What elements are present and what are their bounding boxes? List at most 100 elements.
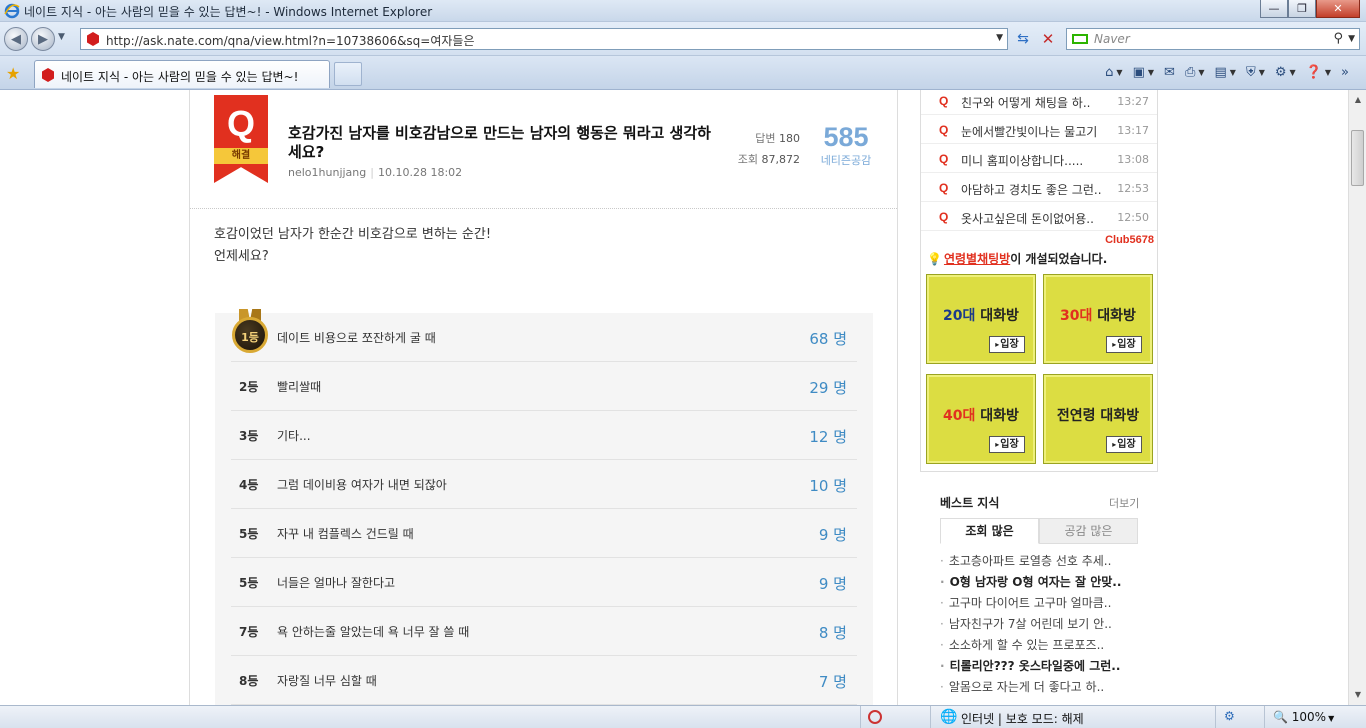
enter-button[interactable]: 입장 <box>989 436 1025 453</box>
room-age: 40대 <box>943 408 976 424</box>
maximize-button[interactable]: ❐ <box>1288 0 1316 18</box>
chat-item-text[interactable]: 미니 홈피이상합니다..... <box>961 152 1101 169</box>
history-dropdown-icon[interactable]: ▼ <box>58 32 65 42</box>
club-logo[interactable]: Club5678 <box>1105 234 1154 246</box>
tools-button[interactable]: ⚙ ▼ <box>1272 62 1299 82</box>
chat-item-text[interactable]: 친구와 어떻게 채팅을 하.. <box>961 94 1101 111</box>
chat-list-item[interactable]: Q 아담하고 경치도 좋은 그런.. 12:53 <box>921 173 1157 202</box>
gear-icon: ⚙ <box>1274 64 1287 80</box>
vertical-scrollbar[interactable]: ▲ ▼ <box>1348 90 1366 705</box>
protected-mode-icon[interactable]: ⚙ <box>1224 709 1235 723</box>
question-meta: nelo1hunjjang | 10.10.28 18:02 <box>288 166 463 179</box>
chat-room-all-ages[interactable]: 전연령 대화방 입장 <box>1043 374 1153 464</box>
close-button[interactable]: ✕ <box>1316 0 1360 18</box>
best-title: 베스트 지식 <box>940 496 1000 510</box>
right-sidebar: Q 친구와 어떻게 채팅을 하.. 13:27 Q 눈에서빨간빛이나는 물고기 … <box>920 90 1158 705</box>
poll-count: 10 명 <box>809 477 847 495</box>
scrollbar-thumb[interactable] <box>1351 130 1364 186</box>
favorites-star-icon[interactable]: ★ <box>6 64 20 83</box>
tab-most-empathy[interactable]: 공감 많은 <box>1039 518 1138 544</box>
list-item[interactable]: 고구마 다이어트 고구마 얼마큼.. <box>940 594 1145 615</box>
feeds-button[interactable]: ▣ ▼ <box>1130 62 1157 82</box>
more-link[interactable]: 더보기 <box>1109 495 1139 511</box>
zoom-level[interactable]: 🔍 100% ▼ <box>1273 710 1334 724</box>
security-zone[interactable]: 인터넷 | 보호 모드: 해제 <box>961 710 1084 727</box>
command-bar: ⌂ ▼ ▣ ▼ ✉ ⎙ ▼ ▤ ▼ ⛨ ▼ ⚙ ▼ ❓ ▼ » <box>1102 62 1352 82</box>
back-button[interactable]: ◀ <box>4 27 28 51</box>
poll-row: 7등 욕 안하는줄 알았는데 욕 너무 잘 쓸 때 8 명 <box>231 607 857 656</box>
notice-link[interactable]: 연령별채팅방 <box>944 252 1010 266</box>
minimize-button[interactable]: — <box>1260 0 1288 18</box>
tab-most-viewed[interactable]: 조회 많은 <box>940 518 1039 544</box>
page-viewport: Q 해결 호감가진 남자를 비호감남으로 만드는 남자의 행동은 뭐라고 생각하… <box>0 90 1348 705</box>
question-stats: 답변 180 조회 87,872 <box>730 128 800 170</box>
poll-rank: 3등 <box>239 429 259 443</box>
home-button[interactable]: ⌂ ▼ <box>1102 62 1125 82</box>
enter-button[interactable]: 입장 <box>1106 336 1142 353</box>
print-button[interactable]: ⎙ ▼ <box>1182 62 1208 82</box>
scroll-down-icon[interactable]: ▼ <box>1350 687 1366 703</box>
room-suffix: 대화방 <box>975 408 1019 424</box>
chat-room-20s[interactable]: 20대 대화방 입장 <box>926 274 1036 364</box>
poll-row: 8등 자랑질 너무 심할 때 7 명 <box>231 656 857 705</box>
list-item[interactable]: 초고층아파트 로열층 선호 추세.. <box>940 552 1145 573</box>
views-count: 87,872 <box>761 153 801 166</box>
mail-icon: ✉ <box>1164 64 1175 80</box>
poll-option: 기타... <box>277 429 311 443</box>
search-input[interactable]: Naver ⚲ ▼ <box>1066 28 1360 50</box>
safety-button[interactable]: ⛨ ▼ <box>1243 62 1268 82</box>
list-item[interactable]: 남자친구가 7살 어린데 보기 안.. <box>940 615 1145 636</box>
forward-button[interactable]: ▶ <box>31 27 55 51</box>
question-author[interactable]: nelo1hunjjang <box>288 166 366 179</box>
address-url[interactable]: http://ask.nate.com/qna/view.html?n=1073… <box>106 32 475 49</box>
scroll-up-icon[interactable]: ▲ <box>1350 92 1366 108</box>
chat-list-item[interactable]: Q 친구와 어떻게 채팅을 하.. 13:27 <box>921 90 1157 115</box>
mail-button[interactable]: ✉ <box>1161 62 1178 82</box>
empathy-counter[interactable]: 585 네티즌공감 <box>816 122 876 168</box>
enter-button[interactable]: 입장 <box>989 336 1025 353</box>
list-item[interactable]: 소소하게 할 수 있는 프로포즈.. <box>940 636 1145 657</box>
help-button[interactable]: ❓ ▼ <box>1303 62 1334 82</box>
poll-count: 29 명 <box>809 379 847 397</box>
status-bar: 🌐 인터넷 | 보호 모드: 해제 ⚙ 🔍 100% ▼ <box>0 705 1366 728</box>
room-age: 전연령 <box>1056 408 1096 424</box>
chat-item-text[interactable]: 아담하고 경치도 좋은 그런.. <box>961 181 1101 198</box>
new-tab-button[interactable] <box>334 62 362 86</box>
refresh-icon[interactable]: ⇆ <box>1013 29 1033 49</box>
poll-count: 9 명 <box>818 575 847 593</box>
answers-label: 답변 <box>755 132 776 145</box>
poll-rank: 5등 <box>239 527 259 541</box>
q-icon: Q <box>939 123 949 137</box>
shield-icon: ⛨ <box>1245 64 1256 80</box>
privacy-blocked-icon[interactable] <box>868 710 882 724</box>
enter-button[interactable]: 입장 <box>1106 436 1142 453</box>
list-item[interactable]: 티롤리안??? 옷스타일중에 그런.. <box>940 657 1145 678</box>
page-button[interactable]: ▤ ▼ <box>1212 62 1239 82</box>
poll-row: 3등 기타... 12 명 <box>231 411 857 460</box>
best-list: 초고층아파트 로열층 선호 추세.. O형 남자랑 O형 여자는 잘 안맞.. … <box>940 552 1145 699</box>
printer-icon: ⎙ <box>1184 64 1196 80</box>
toolbar-overflow-button[interactable]: » <box>1338 62 1352 82</box>
chat-room-40s[interactable]: 40대 대화방 입장 <box>926 374 1036 464</box>
poll-option: 데이트 비용으로 쪼잔하게 굴 때 <box>277 331 436 345</box>
tab-toolbar: ★ 네이트 지식 - 아는 사람의 믿을 수 있는 답변~! ⌂ ▼ ▣ ▼ ✉ ⎙… <box>0 56 1366 90</box>
search-options-dropdown-icon[interactable]: ▼ <box>1348 34 1355 44</box>
chat-room-30s[interactable]: 30대 대화방 입장 <box>1043 274 1153 364</box>
list-item[interactable]: 알몸으로 자는게 더 좋다고 하.. <box>940 678 1145 699</box>
address-dropdown-icon[interactable]: ▼ <box>996 33 1003 43</box>
tab-active[interactable]: 네이트 지식 - 아는 사람의 믿을 수 있는 답변~! <box>34 60 330 88</box>
chat-item-text[interactable]: 눈에서빨간빛이나는 물고기 <box>961 123 1101 140</box>
ie-logo-icon <box>4 3 20 19</box>
address-field[interactable]: http://ask.nate.com/qna/view.html?n=1073… <box>80 28 1008 50</box>
chat-list-item[interactable]: Q 옷사고싶은데 돈이없어용.. 12:50 <box>921 202 1157 231</box>
nate-favicon-icon <box>42 68 54 82</box>
list-item[interactable]: O형 남자랑 O형 여자는 잘 안맞.. <box>940 573 1145 594</box>
poll-rank: 4등 <box>239 478 259 492</box>
chat-list-item[interactable]: Q 미니 홈피이상합니다..... 13:08 <box>921 144 1157 173</box>
stop-icon[interactable]: ✕ <box>1038 29 1058 49</box>
lightbulb-icon: 💡 <box>927 252 942 266</box>
search-icon[interactable]: ⚲ <box>1333 31 1343 46</box>
chat-item-text[interactable]: 옷사고싶은데 돈이없어용.. <box>961 210 1101 227</box>
chat-list-item[interactable]: Q 눈에서빨간빛이나는 물고기 13:17 <box>921 115 1157 144</box>
chat-item-time: 13:08 <box>1117 153 1149 166</box>
